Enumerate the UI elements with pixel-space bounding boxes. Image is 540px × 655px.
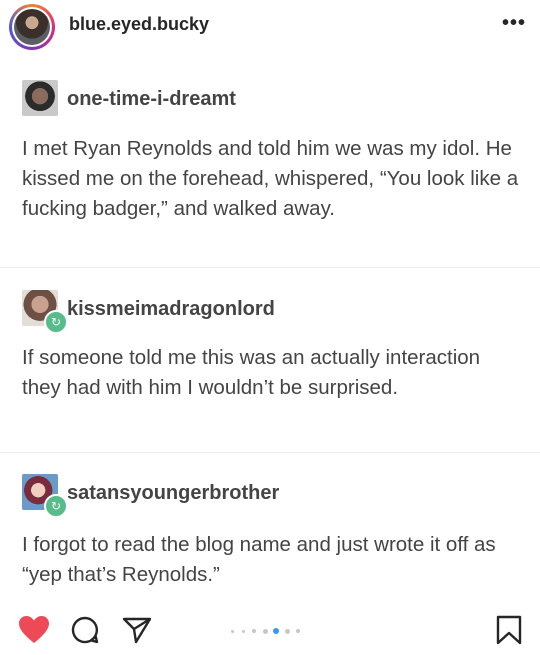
reblog-icon: ↻: [44, 494, 68, 518]
blog-name: satansyoungerbrother: [67, 482, 280, 504]
carousel-dot: [284, 628, 290, 634]
post-header: blue.eyed.bucky •••: [0, 0, 540, 54]
carousel-dot: [262, 628, 268, 634]
carousel-dot: [230, 629, 234, 633]
tumblr-post: ↻ kissmeimadragonlord If someone told me…: [0, 268, 540, 452]
blog-avatar: [22, 80, 58, 116]
bookmark-icon[interactable]: [496, 615, 522, 650]
post-image: one-time-i-dreamt I met Ryan Reynolds an…: [0, 56, 540, 604]
more-icon[interactable]: •••: [502, 12, 526, 35]
tumblr-post: one-time-i-dreamt I met Ryan Reynolds an…: [0, 56, 540, 266]
post-text: I forgot to read the blog name and just …: [22, 533, 496, 586]
tumblr-post: ↻ satansyoungerbrother I forgot to read …: [0, 453, 540, 603]
blog-name: kissmeimadragonlord: [67, 298, 275, 320]
comment-icon[interactable]: [70, 615, 100, 650]
carousel-dot: [252, 629, 256, 633]
profile-avatar[interactable]: [9, 4, 55, 50]
heart-icon[interactable]: [18, 615, 50, 650]
share-icon[interactable]: [122, 615, 152, 650]
blog-name: one-time-i-dreamt: [67, 88, 236, 110]
carousel-dot: [296, 629, 300, 633]
post-text: I met Ryan Reynolds and told him we was …: [22, 137, 519, 220]
reblog-icon: ↻: [44, 310, 68, 334]
carousel-dot: [241, 629, 245, 633]
action-bar: [0, 604, 540, 655]
carousel-dot: [273, 628, 279, 634]
profile-username[interactable]: blue.eyed.bucky: [69, 14, 209, 35]
post-text: If someone told me this was an actually …: [22, 346, 481, 399]
